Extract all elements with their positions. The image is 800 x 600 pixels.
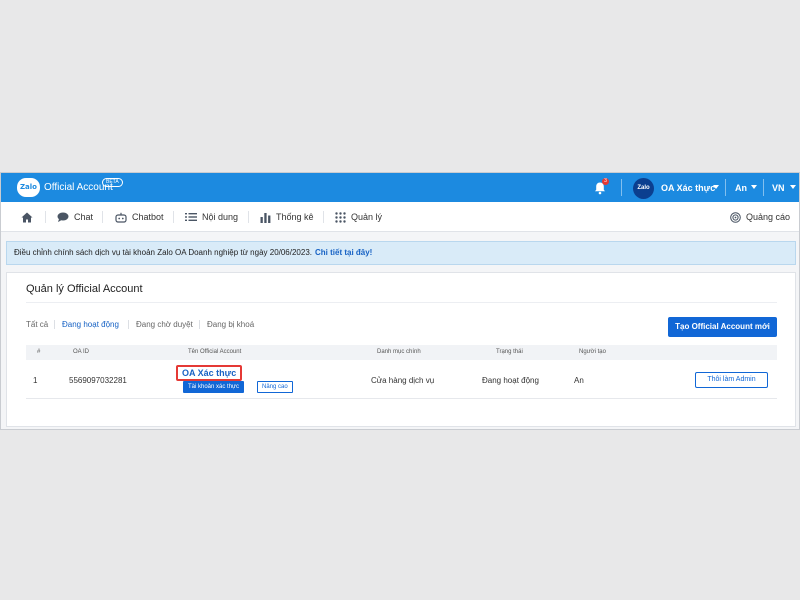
nav-chat[interactable]: Chat <box>57 202 93 232</box>
divider <box>763 179 764 196</box>
nav-chatbot[interactable]: Chatbot <box>115 202 164 232</box>
grid-icon <box>335 211 346 223</box>
column-header: OA ID <box>73 349 90 355</box>
divider <box>26 302 777 303</box>
chat-icon <box>57 212 69 222</box>
filter-divider <box>54 320 55 329</box>
nav-ads[interactable]: Quảng cáo <box>730 202 790 232</box>
user-menu[interactable]: An <box>735 183 747 193</box>
row-index: 1 <box>33 376 38 385</box>
column-header: Tên Official Account <box>188 349 242 355</box>
policy-notice: Điều chỉnh chính sách dịch vụ tài khoản … <box>6 241 796 265</box>
nav-manage[interactable]: Quản lý <box>335 202 382 232</box>
page-title: Quản lý Official Account <box>26 283 143 295</box>
zalo-logo[interactable]: Zalo <box>17 178 40 197</box>
oa-switcher[interactable]: OA Xác thực <box>661 183 715 193</box>
advanced-badge: Nâng cao <box>257 381 293 393</box>
language-switcher[interactable]: VN <box>772 183 785 193</box>
nav-label-ads: Quảng cáo <box>746 212 791 222</box>
chevron-down-icon[interactable] <box>713 185 719 189</box>
notice-text: Điều chỉnh chính sách dịch vụ tài khoản … <box>14 248 312 257</box>
target-icon <box>730 211 741 223</box>
filter-divider <box>128 320 129 329</box>
column-header: Người tạo <box>579 349 606 355</box>
divider <box>621 179 622 196</box>
nav-label-manage: Quản lý <box>351 212 383 222</box>
nav-divider <box>323 211 324 223</box>
oa-name-link[interactable]: OA Xác thực <box>176 365 243 381</box>
create-oa-button[interactable]: Tạo Official Account mới <box>668 317 777 337</box>
divider <box>725 179 726 196</box>
oa-management-panel: Quản lý Official Account Tất cả Đang hoạ… <box>6 272 796 427</box>
filter-locked[interactable]: Đang bị khoá <box>207 320 254 329</box>
nav-divider <box>173 211 174 223</box>
nav-divider <box>248 211 249 223</box>
notice-details-link[interactable]: Chi tiết tại đây! <box>315 248 372 257</box>
nav-label-chat: Chat <box>74 212 94 222</box>
nav-content[interactable]: Nội dung <box>185 202 238 232</box>
filter-pending[interactable]: Đang chờ duyệt <box>136 320 193 329</box>
oa-avatar[interactable]: Zalo <box>633 178 654 199</box>
creator: An <box>574 376 584 385</box>
table-row: 1 5569097032281 OA Xác thực Tài khoản xá… <box>26 361 777 399</box>
column-header: # <box>37 349 41 355</box>
oa-id: 5569097032281 <box>69 376 127 385</box>
nav-home[interactable] <box>21 202 33 232</box>
home-icon <box>21 212 33 222</box>
quit-admin-button[interactable]: Thôi làm Admin <box>695 372 768 388</box>
main-category: Cửa hàng dịch vụ <box>371 376 435 385</box>
robot-icon <box>115 212 127 223</box>
status-text: Đang hoạt động <box>482 376 539 385</box>
nav-divider <box>102 211 103 223</box>
bar-chart-icon <box>260 212 271 223</box>
nav-divider <box>45 211 46 223</box>
filter-active[interactable]: Đang hoạt động <box>62 320 119 329</box>
column-header: Trạng thái <box>496 349 523 355</box>
notification-badge: 3 <box>602 178 609 185</box>
top-bar: Zalo Official Account BETA 3 Zalo OA Xác… <box>1 173 799 202</box>
nav-label-chatbot: Chatbot <box>132 212 164 222</box>
table-header: # OA ID Tên Official Account Danh mục ch… <box>26 345 777 360</box>
nav-label-content: Nội dung <box>202 212 239 222</box>
nav-stats[interactable]: Thống kê <box>260 202 314 232</box>
chevron-down-icon[interactable] <box>790 185 796 189</box>
chevron-down-icon[interactable] <box>751 185 757 189</box>
main-nav: Chat Chatbot Nội dung Thống kê Quản lý Q… <box>1 202 799 232</box>
beta-badge: BETA <box>102 178 123 187</box>
filter-divider <box>199 320 200 329</box>
filter-all[interactable]: Tất cả <box>26 320 48 329</box>
list-icon <box>185 213 197 221</box>
verified-badge: Tài khoản xác thực <box>183 381 245 393</box>
zalo-oa-window: Zalo Official Account BETA 3 Zalo OA Xác… <box>0 172 800 430</box>
nav-label-stats: Thống kê <box>276 212 314 222</box>
column-header: Danh mục chính <box>377 349 421 355</box>
